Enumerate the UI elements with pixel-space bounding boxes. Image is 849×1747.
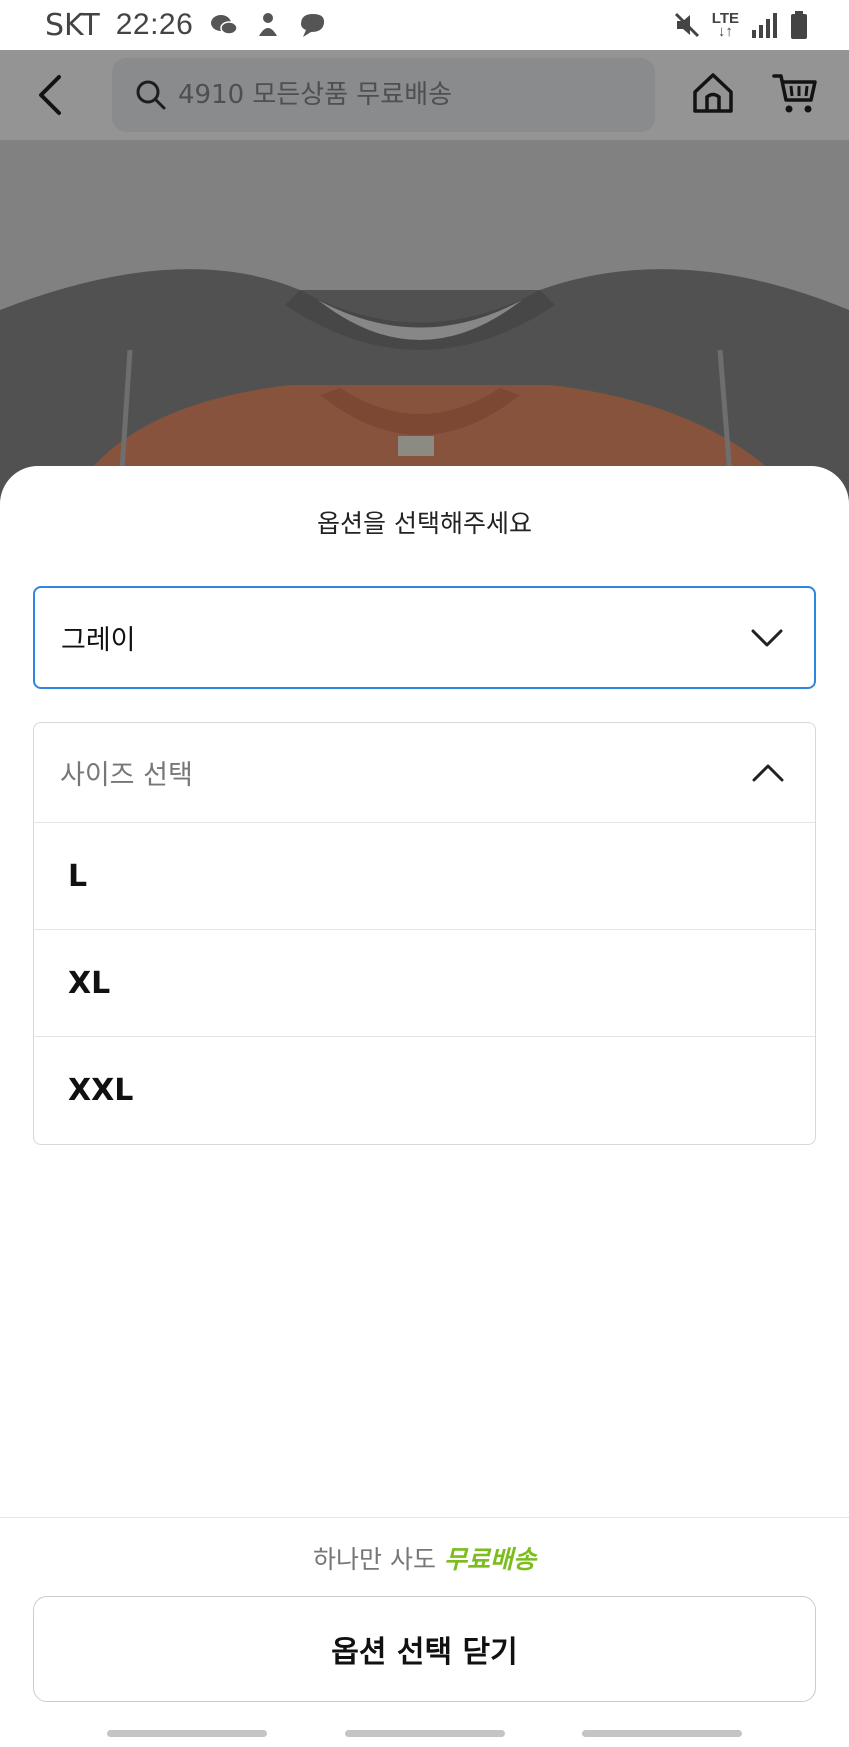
dim-overlay[interactable] <box>0 50 849 510</box>
chevron-down-icon <box>751 629 783 646</box>
nav-back-handle[interactable] <box>582 1730 742 1737</box>
mute-icon <box>674 12 699 38</box>
free-shipping-label: 무료배송 <box>443 1545 536 1574</box>
status-right: LTE ↓↑ <box>672 10 809 40</box>
chat-icon <box>301 14 325 37</box>
color-select-value: 그레이 <box>61 625 136 656</box>
size-select-header[interactable]: 사이즈 선택 <box>34 723 815 823</box>
network-type: LTE ↓↑ <box>711 10 739 40</box>
notification-icons <box>209 10 327 40</box>
chevron-up-icon <box>752 764 784 781</box>
signal-icon <box>752 13 777 38</box>
size-select-placeholder: 사이즈 선택 <box>60 760 193 791</box>
sheet-title: 옵션을 선택해주세요 <box>317 509 532 538</box>
nav-recents-handle[interactable] <box>107 1730 267 1737</box>
size-select: 사이즈 선택 L XL XXL <box>33 722 816 1145</box>
network-label: LTE <box>711 10 739 27</box>
size-option-l[interactable]: L <box>34 823 815 930</box>
status-left: SKT 22:26 <box>45 8 327 43</box>
footer-divider <box>0 1517 849 1518</box>
size-option-xxl[interactable]: XXL <box>34 1037 815 1144</box>
clock: 22:26 <box>115 8 194 41</box>
chat-bubble-icon <box>211 15 239 35</box>
close-options-button[interactable]: 옵션 선택 닫기 <box>33 1596 816 1702</box>
carrier: SKT <box>45 7 100 43</box>
shipping-note: 하나만 사도 무료배송 <box>0 1540 849 1576</box>
system-nav-bar <box>0 1730 849 1738</box>
shipping-prefix: 하나만 사도 <box>313 1545 436 1574</box>
nav-home-handle[interactable] <box>345 1730 505 1737</box>
figure-icon <box>259 13 278 36</box>
status-bar: SKT 22:26 LTE ↓↑ <box>0 0 849 50</box>
size-option-xl[interactable]: XL <box>34 930 815 1037</box>
option-bottom-sheet: 옵션을 선택해주세요 그레이 사이즈 선택 L XL XXL 하나만 사도 무료배… <box>0 466 849 1747</box>
color-select[interactable]: 그레이 <box>33 586 816 689</box>
battery-icon <box>791 11 807 39</box>
